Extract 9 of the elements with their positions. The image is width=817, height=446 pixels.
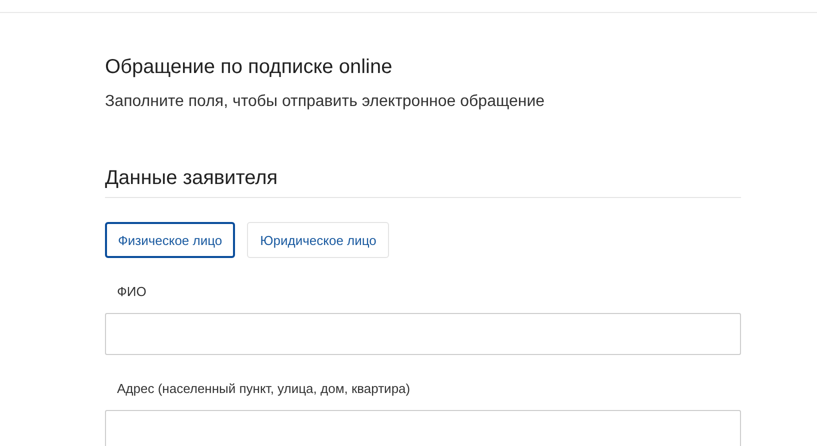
section-heading: Данные заявителя: [105, 165, 741, 198]
input-field[interactable]: [105, 410, 741, 446]
input-field[interactable]: [105, 313, 741, 355]
person-type-tab[interactable]: Юридическое лицо: [247, 222, 390, 258]
field-label: Адрес (населенный пункт, улица, дом, квартира): [117, 381, 412, 397]
field-label: ФИО: [117, 284, 148, 300]
person-type-tab[interactable]: Физическое лицо: [105, 222, 236, 258]
page-title: Обращение по подписке online: [105, 55, 394, 80]
page-subtitle: Заполните поля, чтобы отправить электронное обращение: [105, 92, 546, 112]
